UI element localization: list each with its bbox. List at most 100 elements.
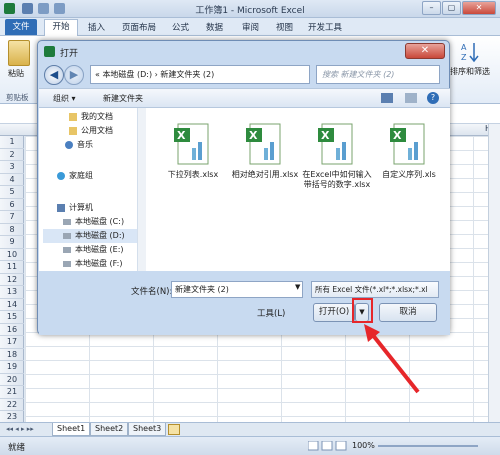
address-bar-row: ◀ ▶ « 本地磁盘 (D:) › 新建文件夹 (2) 搜索 新建文件夹 (2) <box>44 63 444 87</box>
tab-insert[interactable]: 插入 <box>88 21 105 33</box>
svg-text:A: A <box>461 43 467 52</box>
row-header[interactable]: 19 <box>0 361 24 374</box>
zoom-level[interactable]: 100% <box>352 441 375 450</box>
file-item[interactable]: X 在Excel中如何输入带括号的数字.xlsx <box>302 116 372 226</box>
view-options-icon[interactable] <box>381 93 393 103</box>
row-header[interactable]: 21 <box>0 386 24 399</box>
excel-file-icon: X <box>318 123 353 165</box>
minimize-button[interactable]: – <box>422 1 441 15</box>
paste-icon[interactable] <box>8 40 30 66</box>
vertical-scrollbar[interactable] <box>488 124 500 426</box>
excel-dialog-icon <box>44 46 55 57</box>
zoom-slider[interactable] <box>378 445 478 447</box>
highlight-box <box>352 298 373 323</box>
file-name: 在Excel中如何输入带括号的数字.xlsx <box>302 170 372 189</box>
row-header[interactable]: 10 <box>0 249 24 261</box>
nav-scrollbar[interactable] <box>137 108 146 271</box>
dialog-close-button[interactable]: ✕ <box>405 43 445 59</box>
dialog-title: 打开 <box>60 49 79 59</box>
organize-button[interactable]: 组织 ▾ <box>53 93 76 104</box>
row-header[interactable]: 16 <box>0 324 24 336</box>
folder-icon <box>69 113 77 121</box>
music-icon <box>65 141 73 149</box>
open-button[interactable]: 打开(O) <box>313 303 355 322</box>
tools-button[interactable]: 工具(L) <box>257 307 285 319</box>
row-header[interactable]: 2 <box>0 149 24 161</box>
dialog-title-bar: 打开 ✕ <box>38 41 449 63</box>
row-header[interactable]: 4 <box>0 174 24 186</box>
row-header[interactable]: 1 <box>0 136 24 149</box>
row-header[interactable]: 12 <box>0 274 24 286</box>
close-button[interactable]: ✕ <box>462 1 496 15</box>
dialog-bottom-panel: 文件名(N): 新建文件夹 (2) ▼ 所有 Excel 文件(*.xl*;*.… <box>39 271 450 335</box>
address-field[interactable]: « 本地磁盘 (D:) › 新建文件夹 (2) <box>90 65 310 84</box>
row-header[interactable]: 22 <box>0 399 24 411</box>
tab-home[interactable]: 开始 <box>44 19 78 36</box>
filename-dropdown-icon[interactable]: ▼ <box>295 283 300 291</box>
navigation-pane: 我的文档 公用文档 音乐 家庭组 计算机 本地磁盘 (C:) 本地磁盘 (D:)… <box>39 108 146 271</box>
excel-file-icon: X <box>246 123 281 165</box>
computer-icon <box>57 204 65 212</box>
row-header[interactable]: 14 <box>0 299 24 311</box>
help-icon[interactable]: ? <box>427 92 439 104</box>
tab-page-layout[interactable]: 页面布局 <box>122 21 156 33</box>
tab-data[interactable]: 数据 <box>206 21 223 33</box>
file-item[interactable]: X 自定义序列.xls <box>374 116 444 226</box>
clipboard-group-label: 剪贴板 <box>6 93 29 102</box>
sheet-nav-arrows[interactable]: ◂◂ ◂ ▸ ▸▸ <box>6 425 34 433</box>
filename-label: 文件名(N): <box>131 287 173 297</box>
file-item[interactable]: X 相对绝对引用.xlsx <box>230 116 300 226</box>
excel-title-bar: 工作簿1 - Microsoft Excel – ▢ ✕ <box>0 0 500 18</box>
open-file-dialog: 打开 ✕ ◀ ▶ « 本地磁盘 (D:) › 新建文件夹 (2) 搜索 新建文件… <box>37 40 450 335</box>
tab-review[interactable]: 审阅 <box>242 21 259 33</box>
paste-label: 粘贴 <box>8 69 24 78</box>
drive-icon <box>63 233 71 239</box>
tab-view[interactable]: 视图 <box>276 21 293 33</box>
insert-sheet-icon[interactable] <box>168 424 180 435</box>
search-input[interactable]: 搜索 新建文件夹 (2) <box>316 65 440 84</box>
excel-file-icon: X <box>174 123 209 165</box>
tab-developer[interactable]: 开发工具 <box>308 21 342 33</box>
filetype-select[interactable]: 所有 Excel 文件(*.xl*;*.xlsx;*.xl <box>311 281 439 298</box>
back-icon[interactable]: ◀ <box>44 65 64 85</box>
row-header[interactable]: 20 <box>0 374 24 386</box>
drive-icon <box>63 261 71 267</box>
svg-text:Z: Z <box>461 53 467 62</box>
row-header[interactable]: 9 <box>0 236 24 249</box>
nav-item-drive-d[interactable]: 本地磁盘 (D:) <box>43 229 139 243</box>
tab-formulas[interactable]: 公式 <box>172 21 189 33</box>
row-header[interactable]: 13 <box>0 286 24 299</box>
file-list: X 下拉列表.xlsx X 相对绝对引用.xlsx X 在Excel中如何输入带… <box>146 108 450 271</box>
row-header[interactable]: 3 <box>0 161 24 174</box>
sheet-tab-1[interactable]: Sheet1 <box>52 423 91 436</box>
sheet-tab-3[interactable]: Sheet3 <box>128 423 167 436</box>
row-header[interactable]: 8 <box>0 224 24 236</box>
sort-filter-label: 排序和筛选 <box>450 67 490 76</box>
sort-filter-icon[interactable]: AZ <box>460 40 484 64</box>
row-header[interactable]: 11 <box>0 261 24 274</box>
forward-icon[interactable]: ▶ <box>64 65 84 85</box>
svg-text:X: X <box>393 129 402 142</box>
filename-input[interactable]: 新建文件夹 (2) <box>171 281 303 298</box>
status-bar: 就绪 100% <box>0 436 500 455</box>
svg-text:X: X <box>177 129 186 142</box>
row-header[interactable]: 17 <box>0 336 24 349</box>
svg-text:X: X <box>249 129 258 142</box>
cancel-button[interactable]: 取消 <box>379 303 437 322</box>
row-header[interactable]: 18 <box>0 349 24 361</box>
preview-pane-icon[interactable] <box>405 93 417 103</box>
maximize-button[interactable]: ▢ <box>442 1 461 15</box>
row-header[interactable]: 6 <box>0 199 24 211</box>
row-header[interactable]: 7 <box>0 211 24 224</box>
row-header[interactable]: 15 <box>0 311 24 324</box>
sheet-tab-2[interactable]: Sheet2 <box>90 423 129 436</box>
tab-file[interactable]: 文件 <box>5 19 37 35</box>
ribbon-tabs: 文件 开始 插入 页面布局 公式 数据 审阅 视图 开发工具 <box>0 18 500 36</box>
svg-text:X: X <box>321 129 330 142</box>
view-buttons[interactable] <box>307 440 348 451</box>
row-header[interactable]: 5 <box>0 186 24 199</box>
excel-file-icon: X <box>390 123 425 165</box>
file-item[interactable]: X 下拉列表.xlsx <box>158 116 228 226</box>
file-name: 自定义序列.xls <box>382 170 436 179</box>
new-folder-button[interactable]: 新建文件夹 <box>103 93 143 104</box>
